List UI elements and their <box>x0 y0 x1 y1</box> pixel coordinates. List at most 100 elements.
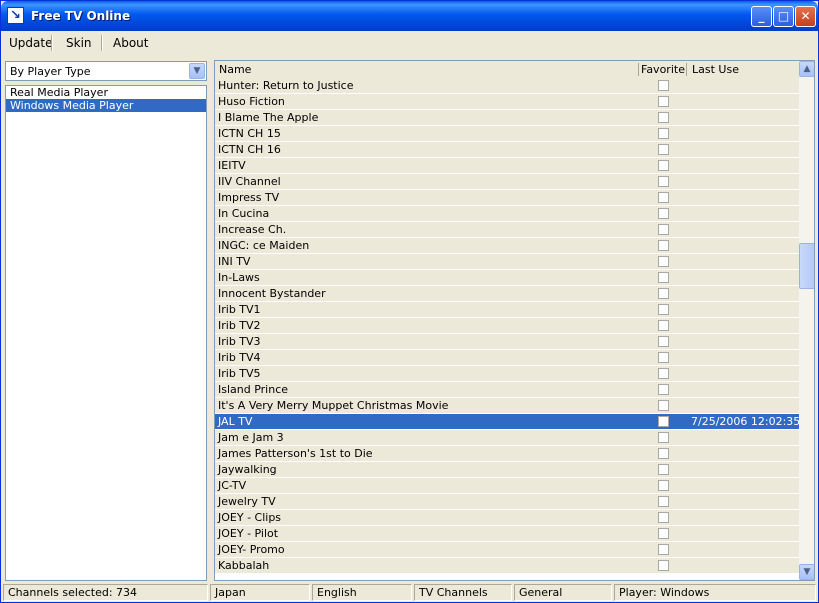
title-bar[interactable]: ↘ Free TV Online _ □ ✕ <box>1 1 818 31</box>
favorite-checkbox[interactable] <box>658 272 669 283</box>
column-divider[interactable] <box>638 63 639 76</box>
table-row[interactable]: In-Laws <box>215 270 799 286</box>
channel-name: JOEY - Clips <box>218 511 282 524</box>
column-header-favorite[interactable]: Favorite <box>641 63 685 76</box>
favorite-checkbox[interactable] <box>658 544 669 555</box>
table-row[interactable]: Irib TV4 <box>215 350 799 366</box>
table-row[interactable]: Irib TV5 <box>215 366 799 382</box>
favorite-checkbox[interactable] <box>658 192 669 203</box>
minimize-button[interactable]: _ <box>751 6 772 27</box>
filter-dropdown[interactable]: By Player Type ▼ <box>5 61 207 81</box>
table-row[interactable]: INI TV <box>215 254 799 270</box>
channel-name: Impress TV <box>218 191 280 204</box>
favorite-checkbox[interactable] <box>658 480 669 491</box>
table-row[interactable]: Jewelry TV <box>215 494 799 510</box>
favorite-checkbox[interactable] <box>658 336 669 347</box>
channel-name: Hunter: Return to Justice <box>218 79 354 92</box>
menu-skin[interactable]: Skin <box>66 36 92 50</box>
table-row[interactable]: I Blame The Apple <box>215 110 799 126</box>
table-row[interactable]: Jaywalking <box>215 462 799 478</box>
table-row[interactable]: JOEY - Pilot <box>215 526 799 542</box>
table-row[interactable]: James Patterson's 1st to Die <box>215 446 799 462</box>
table-row[interactable]: Jam e Jam 3 <box>215 430 799 446</box>
table-row[interactable]: Kabbalah <box>215 558 799 574</box>
table-row[interactable]: JOEY - Clips <box>215 510 799 526</box>
favorite-checkbox[interactable] <box>658 208 669 219</box>
column-header-last-use[interactable]: Last Use <box>692 63 739 76</box>
table-row[interactable]: INGC: ce Maiden <box>215 238 799 254</box>
table-row[interactable]: JOEY- Promo <box>215 542 799 558</box>
favorite-checkbox[interactable] <box>658 144 669 155</box>
status-type: TV Channels <box>414 584 512 601</box>
channel-name: Jewelry TV <box>218 495 276 508</box>
chevron-down-icon[interactable]: ▼ <box>189 63 205 79</box>
channel-name: INI TV <box>218 255 251 268</box>
favorite-checkbox[interactable] <box>658 128 669 139</box>
scrollbar-thumb[interactable] <box>799 243 814 289</box>
favorite-checkbox[interactable] <box>658 224 669 235</box>
list-item-real-media-player[interactable]: Real Media Player <box>6 86 206 99</box>
table-row[interactable]: IIV Channel <box>215 174 799 190</box>
favorite-checkbox[interactable] <box>658 80 669 91</box>
status-player: Player: Windows <box>614 584 816 601</box>
table-row[interactable]: ICTN CH 15 <box>215 126 799 142</box>
favorite-checkbox[interactable] <box>658 160 669 171</box>
favorite-checkbox[interactable] <box>658 528 669 539</box>
favorite-checkbox[interactable] <box>658 448 669 459</box>
channel-name: Jaywalking <box>218 463 277 476</box>
table-row[interactable]: Innocent Bystander <box>215 286 799 302</box>
vertical-scrollbar[interactable]: ▲ ▼ <box>799 61 814 580</box>
favorite-checkbox[interactable] <box>658 304 669 315</box>
favorite-checkbox[interactable] <box>658 560 669 571</box>
table-row[interactable]: JAL TV 7/25/2006 12:02:35 P <box>215 414 810 430</box>
table-row[interactable]: Irib TV2 <box>215 318 799 334</box>
scroll-up-icon[interactable]: ▲ <box>799 61 814 77</box>
favorite-checkbox[interactable] <box>658 112 669 123</box>
channel-name: Increase Ch. <box>218 223 287 236</box>
column-divider[interactable] <box>686 63 687 76</box>
menu-about[interactable]: About <box>113 36 148 50</box>
favorite-checkbox[interactable] <box>658 96 669 107</box>
table-row[interactable]: ICTN CH 16 <box>215 142 799 158</box>
favorite-checkbox[interactable] <box>658 384 669 395</box>
status-channels-selected: Channels selected: 734 <box>3 584 208 601</box>
list-item-windows-media-player[interactable]: Windows Media Player <box>6 99 206 112</box>
status-category: General <box>514 584 612 601</box>
favorite-checkbox[interactable] <box>658 352 669 363</box>
favorite-checkbox[interactable] <box>658 496 669 507</box>
table-row[interactable]: In Cucina <box>215 206 799 222</box>
channel-name: Huso Fiction <box>218 95 285 108</box>
maximize-button[interactable]: □ <box>773 6 794 27</box>
table-row[interactable]: Impress TV <box>215 190 799 206</box>
favorite-checkbox[interactable] <box>658 288 669 299</box>
close-button[interactable]: ✕ <box>795 6 816 27</box>
table-row[interactable]: Irib TV3 <box>215 334 799 350</box>
favorite-checkbox[interactable] <box>658 320 669 331</box>
channel-name: Jam e Jam 3 <box>218 431 284 444</box>
favorite-checkbox[interactable] <box>658 512 669 523</box>
favorite-checkbox[interactable] <box>658 464 669 475</box>
last-use-value: 7/25/2006 12:02:35 P <box>691 415 811 428</box>
table-row[interactable]: It's A Very Merry Muppet Christmas Movie <box>215 398 799 414</box>
table-row[interactable]: Island Prince <box>215 382 799 398</box>
channel-grid: Name Favorite Last Use Hunter: Return to… <box>214 60 815 581</box>
column-header-name[interactable]: Name <box>219 63 251 76</box>
favorite-checkbox[interactable] <box>658 368 669 379</box>
table-row[interactable]: Hunter: Return to Justice <box>215 78 799 94</box>
channel-name: Island Prince <box>218 383 289 396</box>
favorite-checkbox[interactable] <box>658 176 669 187</box>
channel-name: Irib TV3 <box>218 335 261 348</box>
table-row[interactable]: IEITV <box>215 158 799 174</box>
channel-name: JAL TV <box>218 415 253 428</box>
favorite-checkbox[interactable] <box>658 416 669 427</box>
favorite-checkbox[interactable] <box>658 400 669 411</box>
favorite-checkbox[interactable] <box>658 256 669 267</box>
table-row[interactable]: JC-TV <box>215 478 799 494</box>
favorite-checkbox[interactable] <box>658 240 669 251</box>
favorite-checkbox[interactable] <box>658 432 669 443</box>
table-row[interactable]: Huso Fiction <box>215 94 799 110</box>
menu-update[interactable]: Update <box>9 36 52 50</box>
table-row[interactable]: Irib TV1 <box>215 302 799 318</box>
scroll-down-icon[interactable]: ▼ <box>799 564 814 580</box>
table-row[interactable]: Increase Ch. <box>215 222 799 238</box>
